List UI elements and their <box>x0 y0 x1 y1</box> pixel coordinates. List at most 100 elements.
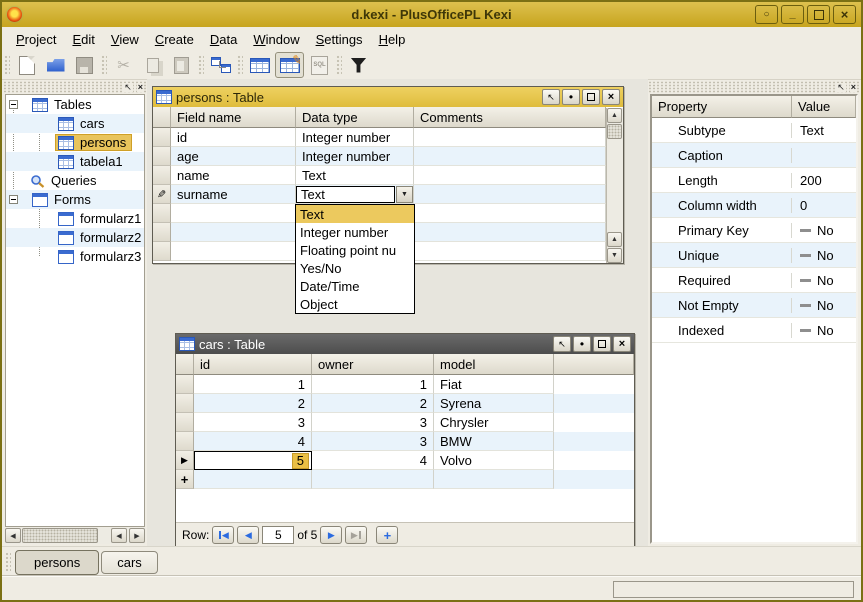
row-header[interactable] <box>153 166 171 185</box>
scroll-up-button[interactable]: ▲ <box>607 108 622 123</box>
scroll-up-button[interactable]: ▲ <box>607 232 622 247</box>
menu-edit[interactable]: Edit <box>64 29 102 50</box>
property-row-required[interactable]: Required No <box>652 268 856 293</box>
add-row-button[interactable]: + <box>376 526 398 544</box>
row-header[interactable] <box>153 242 171 261</box>
panel-drag-handle[interactable]: ↖ × <box>3 81 147 93</box>
model-cell[interactable]: Syrena <box>434 394 554 413</box>
horizontal-scrollbar[interactable]: ◀ ◀ ▶ <box>5 528 145 544</box>
comments-cell[interactable] <box>414 166 606 185</box>
sidebar-item-formularz1[interactable]: formularz1 <box>6 209 144 228</box>
data-type-combo-cell[interactable]: Text ▼ <box>296 185 414 204</box>
row-header[interactable] <box>176 432 194 451</box>
scroll-down-button[interactable]: ▼ <box>607 248 622 263</box>
owner-cell[interactable]: 4 <box>312 451 434 470</box>
persons-window-titlebar[interactable]: persons : Table ↖ • × <box>153 87 623 107</box>
field-name-cell[interactable]: id <box>171 128 296 147</box>
first-row-button[interactable]: ◀ <box>212 526 234 544</box>
minimize-button[interactable]: • <box>562 89 580 105</box>
comments-cell[interactable] <box>414 147 606 166</box>
scrollbar-thumb[interactable] <box>607 124 622 139</box>
field-name-cell[interactable]: surname <box>171 185 296 204</box>
property-row-length[interactable]: Length 200 <box>652 168 856 193</box>
row-header[interactable] <box>176 413 194 432</box>
owner-cell[interactable]: 3 <box>312 413 434 432</box>
menu-project[interactable]: Project <box>8 29 64 50</box>
sql-view-button[interactable]: SQL <box>306 53 333 77</box>
taskbar-tab-cars[interactable]: cars <box>101 551 158 574</box>
row-header[interactable] <box>153 128 171 147</box>
column-header-model[interactable]: model <box>434 354 554 375</box>
property-row-primary-key[interactable]: Primary Key No <box>652 218 856 243</box>
panel-drag-handle[interactable]: ↖ × <box>648 81 860 93</box>
maximize-button[interactable] <box>807 5 830 24</box>
model-cell[interactable]: Chrysler <box>434 413 554 432</box>
row-header-current[interactable]: ▶ <box>176 451 194 470</box>
sidebar-item-tables[interactable]: Tables <box>6 95 144 114</box>
save-button[interactable] <box>71 53 98 77</box>
row-header[interactable] <box>176 375 194 394</box>
combobox-value[interactable]: Text <box>296 186 395 203</box>
collapse-icon[interactable] <box>9 100 18 109</box>
undock-icon[interactable]: ↖ <box>123 83 133 92</box>
property-row-not-empty[interactable]: Not Empty No <box>652 293 856 318</box>
model-cell[interactable]: Volvo <box>434 451 554 470</box>
field-name-cell[interactable]: age <box>171 147 296 166</box>
new-document-button[interactable] <box>13 53 40 77</box>
property-row-column-width[interactable]: Column width 0 <box>652 193 856 218</box>
data-type-combobox[interactable]: Text ▼ <box>296 186 413 203</box>
maximize-button[interactable] <box>582 89 600 105</box>
close-button[interactable]: × <box>602 89 620 105</box>
scroll-left-button[interactable]: ◀ <box>111 528 127 543</box>
sidebar-item-tabela1[interactable]: tabela1 <box>6 152 144 171</box>
column-header-data-type[interactable]: Data type <box>296 107 414 128</box>
id-cell[interactable]: 3 <box>194 413 312 432</box>
shade-button[interactable]: ○ <box>755 5 778 24</box>
property-row-unique[interactable]: Unique No <box>652 243 856 268</box>
sidebar-item-forms[interactable]: Forms <box>6 190 144 209</box>
toolbar-grip[interactable] <box>4 55 10 75</box>
design-view-button[interactable]: ✎ <box>275 52 304 78</box>
menu-settings[interactable]: Settings <box>308 29 371 50</box>
next-row-button[interactable]: ▶ <box>320 526 342 544</box>
dropdown-item-float[interactable]: Floating point nu <box>296 241 414 259</box>
column-header-owner[interactable]: owner <box>312 354 434 375</box>
current-row-input[interactable]: 5 <box>262 526 294 544</box>
column-header-comments[interactable]: Comments <box>414 107 606 128</box>
chevron-down-icon[interactable]: ▼ <box>396 186 413 203</box>
owner-cell[interactable]: 2 <box>312 394 434 413</box>
table-relationships-button[interactable] <box>207 53 234 77</box>
column-header-field-name[interactable]: Field name <box>171 107 296 128</box>
dropdown-item-object[interactable]: Object <box>296 295 414 313</box>
dropdown-item-integer[interactable]: Integer number <box>296 223 414 241</box>
dropdown-item-datetime[interactable]: Date/Time <box>296 277 414 295</box>
owner-cell[interactable]: 3 <box>312 432 434 451</box>
filter-button[interactable] <box>345 53 372 77</box>
field-name-cell[interactable]: name <box>171 166 296 185</box>
undock-button[interactable]: ↖ <box>542 89 560 105</box>
property-column-header[interactable]: Property <box>652 96 792 118</box>
title-bar[interactable]: d.kexi - PlusOfficePL Kexi ○ _ × <box>2 2 861 27</box>
scroll-left-button[interactable]: ◀ <box>5 528 21 543</box>
cars-window-titlebar[interactable]: cars : Table ↖ • × <box>176 334 634 354</box>
undock-icon[interactable]: ↖ <box>836 83 846 92</box>
data-type-cell[interactable]: Text <box>296 166 414 185</box>
sidebar-item-formularz2[interactable]: formularz2 <box>6 228 144 247</box>
taskbar-grip[interactable] <box>5 552 11 572</box>
menu-view[interactable]: View <box>103 29 147 50</box>
id-cell-editing[interactable]: 5 <box>194 451 312 470</box>
owner-cell[interactable]: 1 <box>312 375 434 394</box>
taskbar-tab-persons[interactable]: persons <box>15 550 99 575</box>
id-cell[interactable]: 1 <box>194 375 312 394</box>
dropdown-item-text[interactable]: Text <box>296 205 414 223</box>
cut-button[interactable]: ✂ <box>110 53 137 77</box>
model-cell[interactable]: BMW <box>434 432 554 451</box>
close-button[interactable]: × <box>833 5 856 24</box>
menu-window[interactable]: Window <box>245 29 307 50</box>
menu-help[interactable]: Help <box>371 29 414 50</box>
data-type-cell[interactable]: Integer number <box>296 128 414 147</box>
property-row-indexed[interactable]: Indexed No <box>652 318 856 343</box>
minimize-button[interactable]: _ <box>781 5 804 24</box>
data-type-cell[interactable]: Integer number <box>296 147 414 166</box>
row-header-new[interactable]: + <box>176 470 194 489</box>
